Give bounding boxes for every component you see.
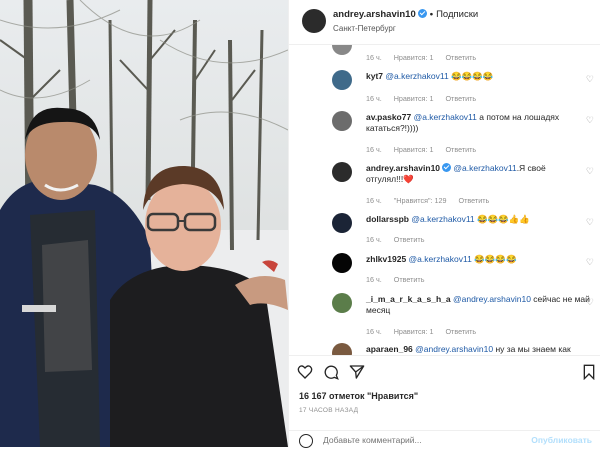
share-paper-plane-icon[interactable] bbox=[349, 364, 365, 385]
comment-meta: 16 ч. Ответить bbox=[366, 275, 434, 284]
post-location[interactable]: Санкт-Петербург bbox=[333, 24, 396, 33]
comment-body: 😂😂😂👍👍 bbox=[477, 214, 530, 224]
like-heart-icon[interactable] bbox=[297, 364, 313, 385]
comment-like-heart-icon[interactable]: ♡ bbox=[586, 166, 594, 177]
comment-text: av.pasko77 @a.kerzhakov11 а потом на лош… bbox=[366, 112, 559, 123]
comment-likes-button[interactable]: Нравится: 1 bbox=[394, 327, 434, 336]
comment-text: dollarsspb @a.kerzhakov11 😂😂😂👍👍 bbox=[366, 214, 530, 225]
comment-meta: 16 ч. Нравится: 1 Ответить bbox=[366, 327, 486, 336]
post-header: andrey.arshavin10 • Подписки Санкт-Петербу… bbox=[289, 0, 600, 45]
comment-likes-button[interactable]: "Нравится": 129 bbox=[394, 196, 447, 205]
comment-username[interactable]: zhlkv1925 bbox=[366, 254, 406, 264]
comment-mention[interactable]: @a.kerzhakov11 bbox=[414, 112, 477, 122]
comment-meta: 16 ч. Нравится: 1 Ответить bbox=[366, 145, 486, 154]
post-photo bbox=[0, 0, 288, 447]
comment-text: _i_m_a_r_k_a_s_h_a @andrey.arshavin10 се… bbox=[366, 294, 590, 305]
likes-count[interactable]: 16 167 отметок "Нравится" bbox=[299, 391, 418, 401]
comment-time: 16 ч. bbox=[366, 275, 382, 284]
comment-meta: 16 ч. Нравится: 1 Ответить bbox=[366, 53, 486, 62]
comment-avatar[interactable] bbox=[332, 45, 352, 55]
comment-mention[interactable]: @a.kerzhakov11 bbox=[411, 214, 474, 224]
comment-time: 16 ч. bbox=[366, 53, 382, 62]
comment-body-line2: месяц bbox=[366, 305, 391, 315]
comment-reply-button[interactable]: Ответить bbox=[445, 94, 476, 103]
comment-time: 16 ч. bbox=[366, 196, 382, 205]
verified-badge-icon bbox=[442, 163, 452, 172]
comment-input[interactable] bbox=[323, 434, 523, 446]
comment-reply-button[interactable]: Ответить bbox=[445, 53, 476, 62]
comment-like-heart-icon[interactable]: ♡ bbox=[586, 115, 594, 126]
comment-reply-button[interactable]: Ответить bbox=[459, 196, 490, 205]
comment-avatar[interactable] bbox=[332, 162, 352, 182]
comment-body: .Я своё bbox=[516, 163, 546, 173]
comment-mention[interactable]: @a.kerzhakov11 bbox=[453, 163, 516, 173]
photo-illustration bbox=[0, 0, 288, 447]
comment-meta: 16 ч. Нравится: 1 Ответить bbox=[366, 94, 486, 103]
comment-time: 16 ч. bbox=[366, 235, 382, 244]
comment-time: 16 ч. bbox=[366, 145, 382, 154]
comment-avatar[interactable] bbox=[332, 293, 352, 313]
comment-text: aparaen_96 @andrey.arshavin10 ну за мы з… bbox=[366, 344, 571, 355]
comment-reply-button[interactable]: Ответить bbox=[394, 235, 425, 244]
comment-text: andrey.arshavin10 @a.kerzhakov11.Я своё bbox=[366, 163, 546, 174]
comment-like-heart-icon[interactable]: ♡ bbox=[586, 297, 594, 308]
comment-avatar[interactable] bbox=[332, 213, 352, 233]
comment-mention[interactable]: @a.kerzhakov11 bbox=[409, 254, 472, 264]
comment-likes-button[interactable]: Нравится: 1 bbox=[394, 145, 434, 154]
post-side-panel: andrey.arshavin10 • Подписки Санкт-Петербу… bbox=[289, 0, 600, 448]
author-username[interactable]: andrey.arshavin10 bbox=[333, 9, 416, 20]
comment-reply-button[interactable]: Ответить bbox=[394, 275, 425, 284]
comment-icon[interactable] bbox=[323, 364, 339, 385]
comment-body: 😂😂😂😂 bbox=[474, 254, 517, 264]
post-time[interactable]: 17 ЧАСОВ НАЗАД bbox=[299, 407, 358, 414]
comment-text: zhlkv1925 @a.kerzhakov11 😂😂😂😂 bbox=[366, 254, 517, 265]
post-actions: 16 167 отметок "Нравится" 17 ЧАСОВ НАЗАД… bbox=[289, 355, 600, 448]
comment-body: сейчас не май bbox=[533, 294, 590, 304]
comment-meta: 16 ч. "Нравится": 129 Ответить bbox=[366, 196, 499, 205]
comment-username[interactable]: andrey.arshavin10 bbox=[366, 163, 440, 173]
comment-reply-button[interactable]: Ответить bbox=[445, 327, 476, 336]
comment-username[interactable]: kyt7 bbox=[366, 71, 383, 81]
comment-meta: 16 ч. Ответить bbox=[366, 235, 434, 244]
comment-avatar[interactable] bbox=[332, 111, 352, 131]
publish-button[interactable]: Опубликовать bbox=[531, 435, 592, 445]
comment-reply-button[interactable]: Ответить bbox=[445, 145, 476, 154]
comment-avatar[interactable] bbox=[332, 253, 352, 273]
comment-mention[interactable]: @andrey.arshavin10 bbox=[415, 344, 493, 354]
emoji-icon[interactable] bbox=[299, 434, 313, 448]
comment-mention[interactable]: @a.kerzhakov11 bbox=[385, 71, 448, 81]
comment-likes-button[interactable]: Нравится: 1 bbox=[394, 94, 434, 103]
comment-like-heart-icon[interactable]: ♡ bbox=[586, 217, 594, 228]
comment-username[interactable]: aparaen_96 bbox=[366, 344, 413, 354]
comment-username[interactable]: dollarsspb bbox=[366, 214, 409, 224]
comment-like-heart-icon[interactable]: ♡ bbox=[586, 74, 594, 85]
following-button[interactable]: Подписки bbox=[436, 9, 478, 20]
comment-like-heart-icon[interactable]: ♡ bbox=[586, 257, 594, 268]
comment-mention[interactable]: @andrey.arshavin10 bbox=[453, 294, 531, 304]
comment-username[interactable]: _i_m_a_r_k_a_s_h_a bbox=[366, 294, 451, 304]
comment-body: ну за мы знаем как bbox=[495, 344, 571, 354]
comment-avatar[interactable] bbox=[332, 343, 352, 355]
add-comment-bar: Опубликовать bbox=[289, 430, 600, 449]
comment-username[interactable]: av.pasko77 bbox=[366, 112, 411, 122]
comment-time: 16 ч. bbox=[366, 94, 382, 103]
comments-list[interactable]: 16 ч. Нравится: 1 Ответить kyt7 @a.kerzh… bbox=[289, 45, 600, 355]
comment-time: 16 ч. bbox=[366, 327, 382, 336]
author-avatar[interactable] bbox=[302, 9, 326, 33]
comment-body-line2: отгулял!!!❤️ bbox=[366, 174, 414, 184]
comment-body: 😂😂😂😂 bbox=[451, 71, 494, 81]
separator-dot: • bbox=[429, 9, 434, 20]
comment-likes-button[interactable]: Нравится: 1 bbox=[394, 53, 434, 62]
bookmark-icon[interactable] bbox=[582, 364, 596, 385]
comment-avatar[interactable] bbox=[332, 70, 352, 90]
comment-body-line2: кататься?!)))) bbox=[366, 123, 419, 133]
comment-body: а потом на лошадях bbox=[479, 112, 560, 122]
author-row: andrey.arshavin10 • Подписки bbox=[333, 9, 478, 20]
verified-badge-icon bbox=[417, 9, 427, 18]
comment-text: kyt7 @a.kerzhakov11 😂😂😂😂 bbox=[366, 71, 493, 82]
